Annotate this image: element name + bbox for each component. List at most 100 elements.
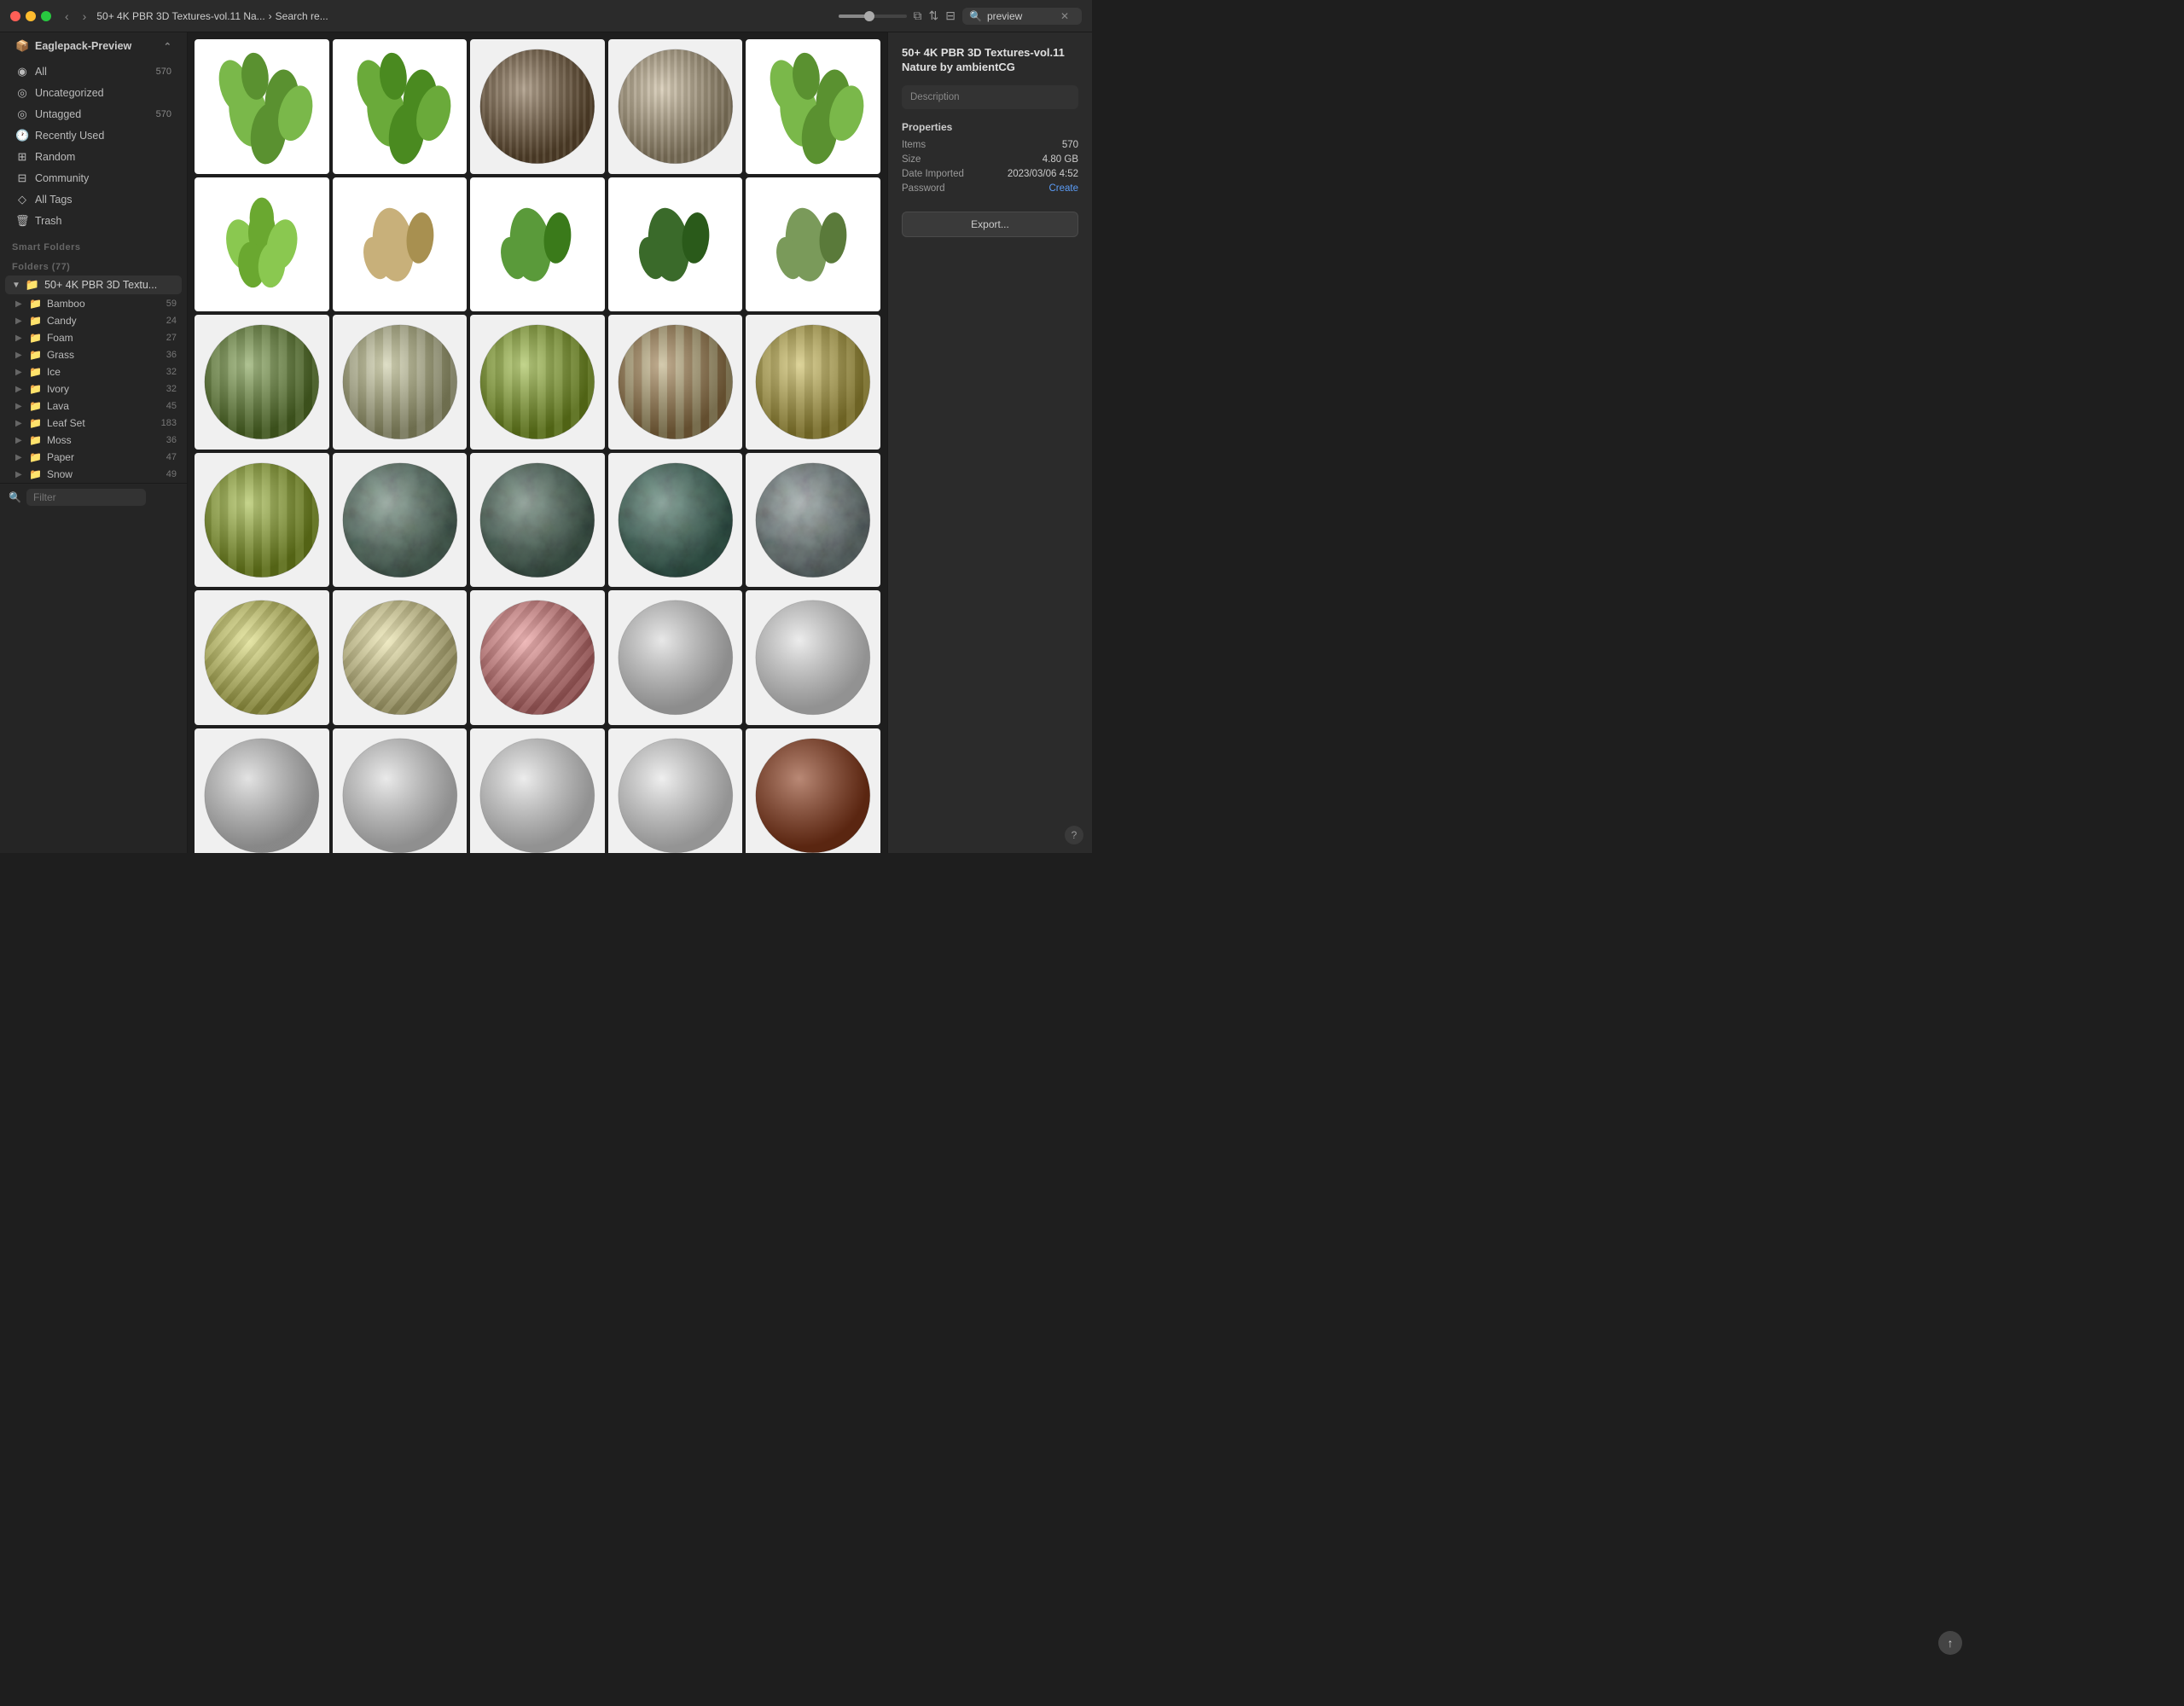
folder-label-9: Paper <box>47 451 161 463</box>
subfolder-item-snow[interactable]: ▶ 📁 Snow 49 <box>0 466 187 483</box>
grid-item-11[interactable] <box>333 315 468 450</box>
sidebar-item-random[interactable]: ⊞ Random <box>5 147 182 167</box>
all-tags-label: All Tags <box>35 194 171 206</box>
minimize-button[interactable] <box>26 11 36 21</box>
folder-icon-5: 📁 <box>29 383 42 395</box>
subfolder-item-candy[interactable]: ▶ 📁 Candy 24 <box>0 312 187 329</box>
sort-icon[interactable]: ⇅ <box>929 9 939 23</box>
grid-item-28[interactable] <box>608 728 743 853</box>
close-button[interactable] <box>10 11 20 21</box>
grid-item-17[interactable] <box>470 453 605 588</box>
grid-item-20[interactable] <box>195 590 329 725</box>
grid-item-2[interactable] <box>470 39 605 174</box>
folder-count-3: 36 <box>166 350 177 360</box>
grid-item-19[interactable] <box>746 453 880 588</box>
items-value: 570 <box>1062 140 1078 150</box>
sidebar-item-trash[interactable]: 🗑 Trash <box>5 211 182 231</box>
grid-item-22[interactable] <box>470 590 605 725</box>
expand-arrow-6: ▶ <box>15 402 24 411</box>
forward-button[interactable]: › <box>79 8 90 25</box>
back-button[interactable]: ‹ <box>61 8 73 25</box>
export-button[interactable]: Export... <box>902 212 1078 237</box>
subfolder-item-leaf set[interactable]: ▶ 📁 Leaf Set 183 <box>0 415 187 432</box>
grid-item-24[interactable] <box>746 590 880 725</box>
subfolder-item-lava[interactable]: ▶ 📁 Lava 45 <box>0 397 187 415</box>
view-icon[interactable]: ⊟ <box>945 9 956 23</box>
sidebar-item-untagged[interactable]: ◎ Untagged 570 <box>5 104 182 125</box>
library-header[interactable]: 📦 Eaglepack-Preview ⌃ <box>5 36 182 56</box>
subfolder-item-ivory[interactable]: ▶ 📁 Ivory 32 <box>0 380 187 397</box>
traffic-lights <box>10 11 51 21</box>
grid-item-29[interactable] <box>746 728 880 853</box>
folder-count-1: 24 <box>166 316 177 326</box>
sidebar-item-all[interactable]: ◉ All 570 <box>5 61 182 82</box>
filter-input[interactable] <box>26 489 146 506</box>
grid-item-8[interactable] <box>608 177 743 312</box>
grid-item-4[interactable] <box>746 39 880 174</box>
expand-arrow-1: ▶ <box>15 316 24 326</box>
sidebar-item-all-tags[interactable]: ◇ All Tags <box>5 189 182 210</box>
grid-item-25[interactable] <box>195 728 329 853</box>
expand-arrow-8: ▶ <box>15 436 24 445</box>
expand-arrow-7: ▶ <box>15 419 24 428</box>
library-icon: 📦 <box>15 39 29 53</box>
untagged-count: 570 <box>156 109 171 119</box>
breadcrumb-item-2[interactable]: Search re... <box>276 10 328 22</box>
grid-item-6[interactable] <box>333 177 468 312</box>
search-input[interactable] <box>987 10 1055 22</box>
folder-count-6: 45 <box>166 401 177 411</box>
grid-item-0[interactable] <box>195 39 329 174</box>
filter-icon[interactable]: ⧉ <box>914 9 922 23</box>
sidebar: 📦 Eaglepack-Preview ⌃ ◉ All 570 ◎ Uncate… <box>0 32 188 853</box>
search-close-icon[interactable]: ✕ <box>1060 10 1069 22</box>
folder-icon-6: 📁 <box>29 400 42 412</box>
grid-item-7[interactable] <box>470 177 605 312</box>
password-label: Password <box>902 183 945 194</box>
sidebar-item-recently-used[interactable]: 🕐 Recently Used <box>5 125 182 146</box>
recently-used-label: Recently Used <box>35 130 171 142</box>
subfolder-item-moss[interactable]: ▶ 📁 Moss 36 <box>0 432 187 449</box>
sidebar-item-uncategorized[interactable]: ◎ Uncategorized <box>5 83 182 103</box>
filter-bar: 🔍 <box>0 483 187 511</box>
titlebar: ‹ › 50+ 4K PBR 3D Textures-vol.11 Na... … <box>0 0 1092 32</box>
sidebar-item-community[interactable]: ⊟ Community <box>5 168 182 189</box>
subfolder-item-foam[interactable]: ▶ 📁 Foam 27 <box>0 329 187 346</box>
subfolder-item-ice[interactable]: ▶ 📁 Ice 32 <box>0 363 187 380</box>
help-button[interactable]: ? <box>1065 826 1083 844</box>
grid-item-5[interactable] <box>195 177 329 312</box>
expand-arrow-0: ▶ <box>15 299 24 309</box>
description-field[interactable]: Description <box>902 85 1078 109</box>
folder-icon-7: 📁 <box>29 417 42 429</box>
subfolder-item-paper[interactable]: ▶ 📁 Paper 47 <box>0 449 187 466</box>
active-folder[interactable]: ▼ 📁 50+ 4K PBR 3D Textu... <box>5 276 182 294</box>
prop-size: Size 4.80 GB <box>902 154 1078 165</box>
untagged-icon: ◎ <box>15 107 29 121</box>
grid-item-18[interactable] <box>608 453 743 588</box>
community-label: Community <box>35 172 171 184</box>
folder-icon-9: 📁 <box>29 451 42 463</box>
grid-item-21[interactable] <box>333 590 468 725</box>
breadcrumb-item-1[interactable]: 50+ 4K PBR 3D Textures-vol.11 Na... <box>96 10 264 22</box>
folder-label-8: Moss <box>47 434 161 446</box>
grid-item-23[interactable] <box>608 590 743 725</box>
grid-item-10[interactable] <box>195 315 329 450</box>
grid-item-26[interactable] <box>333 728 468 853</box>
subfolder-item-grass[interactable]: ▶ 📁 Grass 36 <box>0 346 187 363</box>
grid-item-9[interactable] <box>746 177 880 312</box>
grid-item-16[interactable] <box>333 453 468 588</box>
size-value: 4.80 GB <box>1043 154 1078 165</box>
maximize-button[interactable] <box>41 11 51 21</box>
grid-item-13[interactable] <box>608 315 743 450</box>
grid-item-14[interactable] <box>746 315 880 450</box>
grid-item-15[interactable] <box>195 453 329 588</box>
password-create-link[interactable]: Create <box>1048 183 1078 194</box>
folder-icon-0: 📁 <box>29 298 42 310</box>
folder-label-5: Ivory <box>47 383 161 395</box>
grid-item-1[interactable] <box>333 39 468 174</box>
grid-item-12[interactable] <box>470 315 605 450</box>
grid-item-3[interactable] <box>608 39 743 174</box>
subfolder-item-bamboo[interactable]: ▶ 📁 Bamboo 59 <box>0 295 187 312</box>
prop-date: Date Imported 2023/03/06 4:52 <box>902 169 1078 179</box>
grid-item-27[interactable] <box>470 728 605 853</box>
trash-icon: 🗑 <box>15 214 29 228</box>
